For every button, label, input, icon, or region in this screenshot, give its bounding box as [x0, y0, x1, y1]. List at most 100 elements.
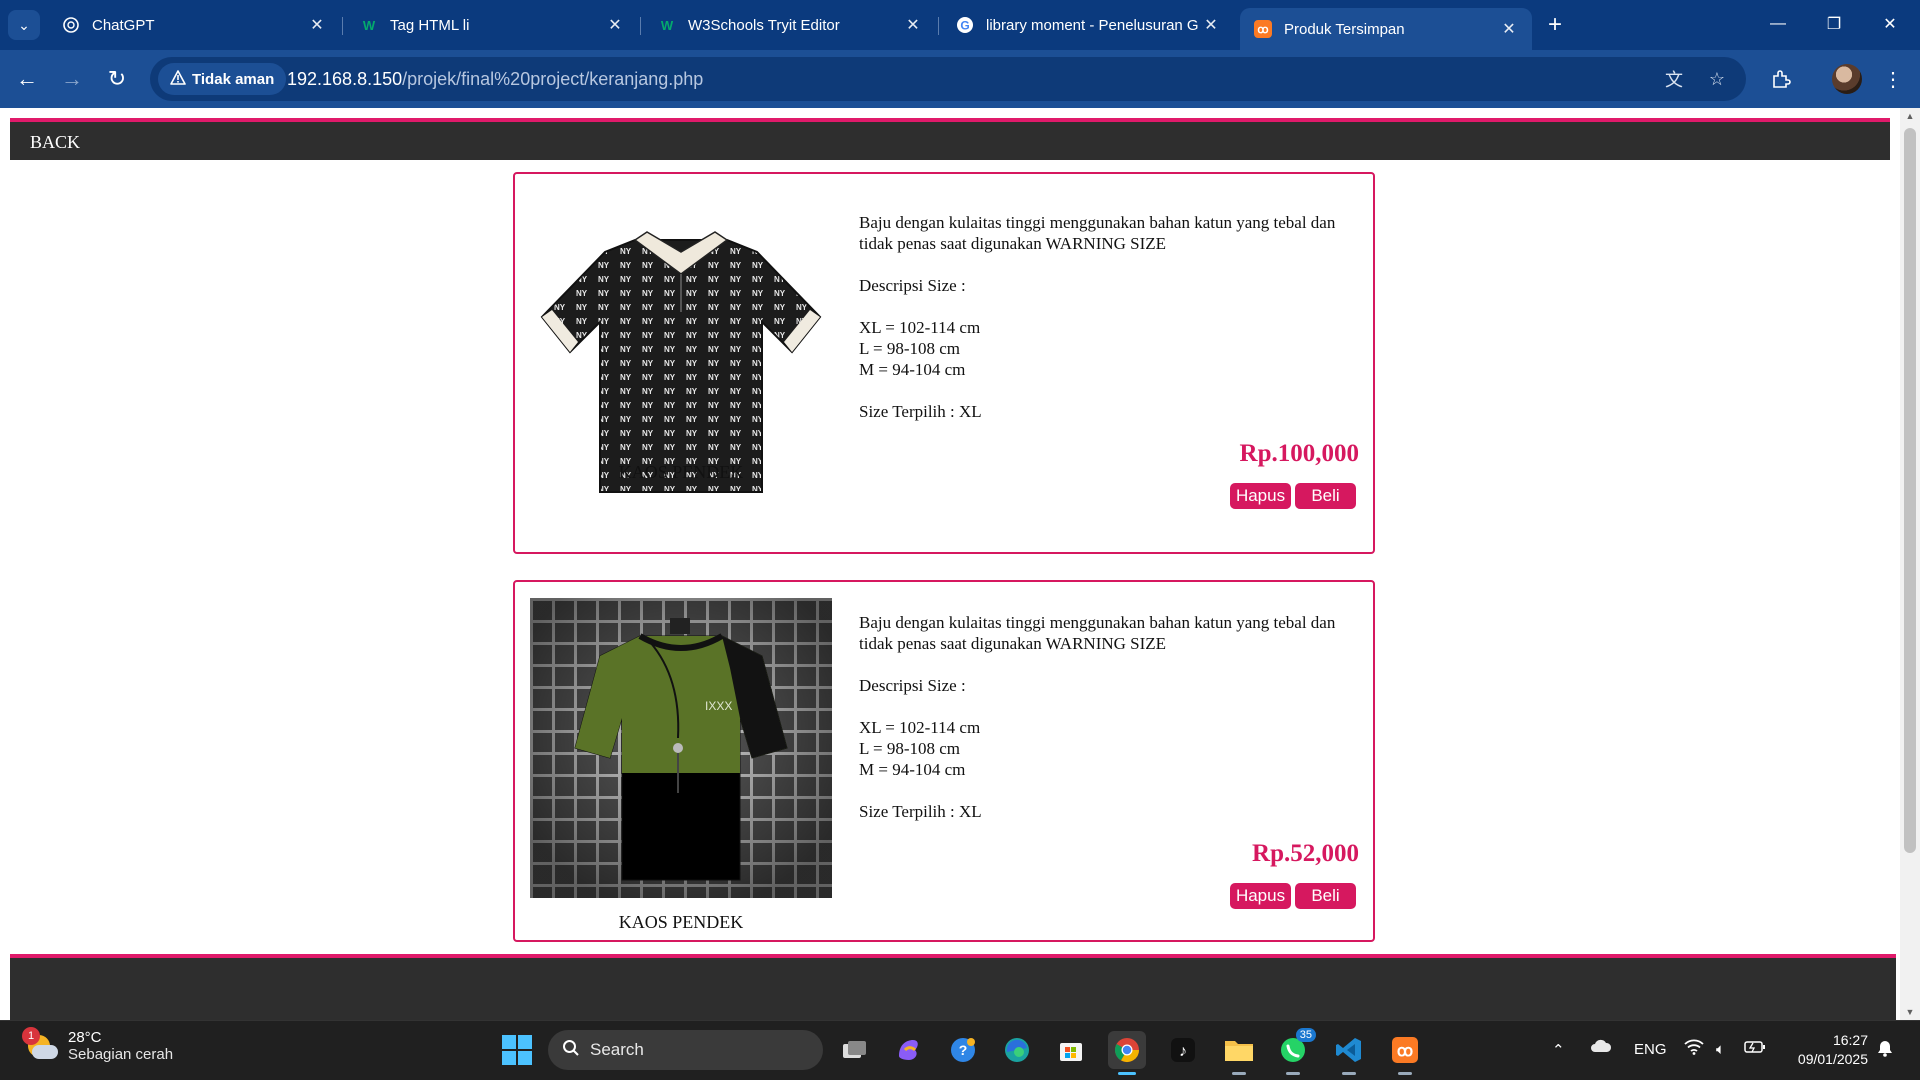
size-heading: Descripsi Size : — [859, 276, 966, 295]
buy-button[interactable]: Beli — [1295, 883, 1356, 909]
browser-tab-bar: ⌄ ChatGPT ✕ W Tag HTML li ✕ W W3Schools … — [0, 0, 1920, 50]
google-icon: G — [956, 16, 974, 34]
wifi-icon[interactable] — [1684, 1039, 1704, 1059]
tab-title: Produk Tersimpan — [1284, 20, 1405, 38]
chevron-up-icon[interactable]: ⌃ — [1552, 1041, 1565, 1059]
tiktok-icon[interactable]: ♪ — [1164, 1031, 1202, 1069]
product-price: Rp.100,000 — [1239, 440, 1359, 467]
weather-widget[interactable]: 1 28°C Sebagian cerah — [22, 1027, 174, 1063]
svg-text:♪: ♪ — [1179, 1043, 1187, 1060]
tab-tag-html-li[interactable]: W Tag HTML li ✕ — [346, 8, 638, 42]
close-icon[interactable]: ✕ — [1202, 15, 1220, 35]
address-bar[interactable]: Tidak aman 192.168.8.150/projek/final%20… — [150, 57, 1746, 101]
notification-bell-icon[interactable] — [1876, 1039, 1894, 1061]
tab-produk-tersimpan[interactable]: ꝏ Produk Tersimpan ✕ — [1240, 8, 1532, 50]
scroll-down-icon[interactable]: ▼ — [1900, 1004, 1920, 1020]
product-image-green-tshirt: IXXX — [530, 598, 832, 898]
new-tab-button[interactable]: + — [1540, 10, 1570, 40]
product-image-polo-shirt: NY — [540, 231, 822, 493]
vscode-icon[interactable] — [1330, 1031, 1368, 1075]
tab-google-search[interactable]: G library moment - Penelusuran G ✕ — [942, 8, 1234, 42]
tab-title: library moment - Penelusuran G — [986, 16, 1199, 34]
chatgpt-icon — [62, 16, 80, 34]
taskbar-search[interactable]: Search — [548, 1030, 823, 1070]
copilot-icon[interactable] — [890, 1031, 928, 1069]
arrow-left-icon: ← — [16, 66, 38, 91]
w3schools-icon: W — [660, 17, 674, 33]
restore-button[interactable]: ❐ — [1806, 6, 1862, 42]
battery-icon[interactable] — [1744, 1040, 1766, 1058]
search-label: Search — [590, 1040, 644, 1059]
tab-title: W3Schools Tryit Editor — [688, 16, 840, 34]
restore-icon: ❐ — [1826, 16, 1842, 33]
scroll-up-icon[interactable]: ▲ — [1900, 108, 1920, 124]
weather-condition: Sebagian cerah — [68, 1046, 174, 1063]
site-header: BACK — [10, 118, 1890, 160]
close-icon[interactable]: ✕ — [904, 15, 922, 35]
tab-title: Tag HTML li — [390, 16, 470, 34]
tab-separator — [938, 17, 939, 35]
chevron-down-icon: ⌄ — [18, 16, 30, 33]
extensions-icon[interactable] — [1766, 64, 1796, 94]
product-actions: Hapus Beli — [1230, 883, 1356, 909]
site-footer — [10, 954, 1896, 1020]
forward-button[interactable]: → — [55, 62, 89, 96]
translate-icon[interactable]: 文 — [1662, 67, 1686, 91]
more-menu-icon[interactable]: ⋮ — [1878, 64, 1908, 94]
tab-search-button[interactable]: ⌄ — [8, 10, 40, 40]
svg-text:IXXX: IXXX — [705, 699, 732, 713]
tab-chatgpt[interactable]: ChatGPT ✕ — [48, 8, 340, 42]
onedrive-icon[interactable] — [1590, 1039, 1612, 1057]
task-view-icon[interactable] — [836, 1031, 874, 1069]
xampp-icon[interactable]: ꝏ — [1386, 1031, 1424, 1075]
product-name: KAOS PENDEK — [618, 912, 744, 932]
close-icon[interactable]: ✕ — [606, 15, 624, 35]
back-button[interactable]: ← — [10, 62, 44, 96]
svg-text:?: ? — [959, 1042, 968, 1058]
delete-button[interactable]: Hapus — [1230, 483, 1291, 509]
product-name: KAOS PENDEK — [618, 462, 744, 482]
arrow-right-icon: → — [61, 66, 83, 91]
size-list: XL = 102-114 cm L = 98-108 cm M = 94-104… — [859, 717, 1359, 780]
edge-icon[interactable] — [998, 1031, 1036, 1069]
scroll-thumb[interactable] — [1904, 128, 1916, 853]
size-xl: XL = 102-114 cm — [859, 318, 981, 337]
weather-badge: 1 — [22, 1027, 40, 1045]
reload-button[interactable]: ↻ — [100, 62, 134, 96]
buy-button[interactable]: Beli — [1295, 483, 1356, 509]
bookmark-star-icon[interactable]: ☆ — [1705, 67, 1729, 91]
size-m: M = 94-104 cm — [859, 760, 966, 779]
close-icon[interactable]: ✕ — [1500, 19, 1518, 39]
windows-logo-icon — [502, 1035, 516, 1049]
microsoft-store-icon[interactable] — [1052, 1031, 1090, 1069]
product-description: Baju dengan kulaitas tinggi menggunakan … — [859, 212, 1359, 443]
file-explorer-icon[interactable] — [1220, 1031, 1258, 1075]
whatsapp-badge: 35 — [1295, 1028, 1316, 1042]
tab-w3schools-tryit[interactable]: W W3Schools Tryit Editor ✕ — [644, 8, 936, 42]
size-l: L = 98-108 cm — [859, 339, 961, 358]
chrome-icon[interactable] — [1108, 1031, 1146, 1075]
minimize-icon: — — [1770, 15, 1786, 32]
weather-temperature: 28°C — [68, 1029, 102, 1046]
delete-button[interactable]: Hapus — [1230, 883, 1291, 909]
system-clock[interactable]: 16:27 09/01/2025 — [1778, 1031, 1868, 1069]
back-link[interactable]: BACK — [30, 132, 80, 153]
tips-icon[interactable]: ? — [944, 1031, 982, 1069]
browser-toolbar: ← → ↻ Tidak aman 192.168.8.150/projek/fi… — [0, 50, 1920, 108]
volume-icon[interactable]: 🔈︎ — [1716, 1041, 1725, 1058]
minimize-button[interactable]: — — [1750, 6, 1806, 42]
close-icon[interactable]: ✕ — [308, 15, 326, 35]
url-text[interactable]: 192.168.8.150/projek/final%20project/ker… — [287, 69, 703, 90]
profile-avatar[interactable] — [1832, 64, 1862, 94]
page-viewport: BACK NY KAOS PENDEK Baju dengan kulaitas… — [0, 108, 1920, 1020]
reload-icon: ↻ — [107, 66, 127, 91]
security-indicator[interactable]: Tidak aman — [158, 63, 287, 95]
tab-separator — [342, 17, 343, 35]
start-button[interactable] — [502, 1035, 532, 1065]
close-window-button[interactable]: ✕ — [1862, 6, 1918, 42]
svg-text:ꝏ: ꝏ — [1397, 1043, 1413, 1060]
whatsapp-icon[interactable]: 35 — [1274, 1028, 1316, 1075]
size-heading: Descripsi Size : — [859, 676, 966, 695]
language-indicator[interactable]: ENG — [1634, 1041, 1667, 1058]
page-scrollbar[interactable]: ▲ ▼ — [1900, 108, 1920, 1020]
